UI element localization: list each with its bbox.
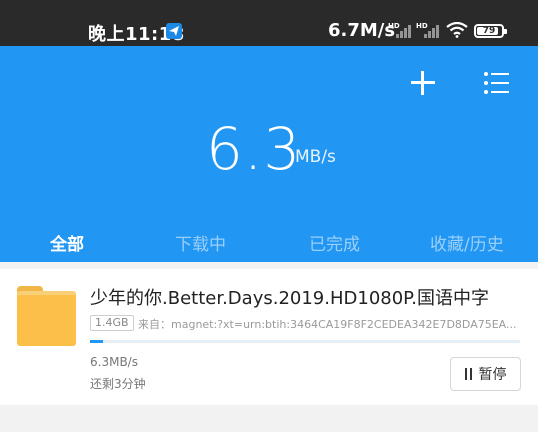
- source-text: 来自：magnet:?xt=urn:btih:3464CA19F8F2CEDEA…: [138, 318, 517, 331]
- pause-button[interactable]: 暂停: [450, 357, 521, 391]
- folder-icon: [17, 286, 76, 346]
- menu-button[interactable]: [481, 68, 511, 98]
- time-remaining: 还剩3分钟: [90, 377, 146, 391]
- signal-2-icon: HD: [416, 22, 442, 38]
- tab-favorites-history[interactable]: 收藏/历史: [430, 230, 504, 255]
- network-speed: 6.7M/s: [328, 20, 396, 41]
- pause-icon: [464, 368, 473, 380]
- signal-2-label: HD: [416, 22, 428, 30]
- progress-bar: [90, 340, 520, 343]
- tab-bar: 全部 下载中 已完成 收藏/历史: [0, 222, 538, 262]
- download-speed: 6.3MB/s: [90, 355, 138, 369]
- tab-all[interactable]: 全部: [50, 230, 84, 255]
- progress-fill: [90, 340, 103, 343]
- battery-level: 79: [482, 26, 496, 36]
- size-badge: 1.4GB: [90, 315, 134, 331]
- download-item[interactable]: 少年的你.Better.Days.2019.HD1080P.国语中字 1.4GB…: [0, 269, 538, 405]
- paper-plane-icon: [166, 23, 182, 39]
- speed-value: 6.3: [206, 115, 302, 183]
- tab-downloading[interactable]: 下载中: [175, 230, 226, 255]
- status-bar: 晚上11:18 6.7M/s HD HD 79: [0, 0, 538, 46]
- file-name: 少年的你.Better.Days.2019.HD1080P.国语中字: [90, 288, 489, 309]
- signal-1-label: HD: [388, 22, 400, 30]
- speed-unit: MB/s: [295, 147, 336, 167]
- speed-display: 6.3 MB/s: [0, 116, 538, 186]
- signal-1-icon: HD: [388, 22, 414, 38]
- tab-completed[interactable]: 已完成: [309, 230, 360, 255]
- header: 6.3 MB/s 全部 下载中 已完成 收藏/历史: [0, 46, 538, 262]
- battery-icon: 79: [474, 24, 507, 38]
- pause-label: 暂停: [478, 367, 507, 383]
- wifi-icon: [446, 21, 468, 38]
- add-button[interactable]: [408, 68, 438, 98]
